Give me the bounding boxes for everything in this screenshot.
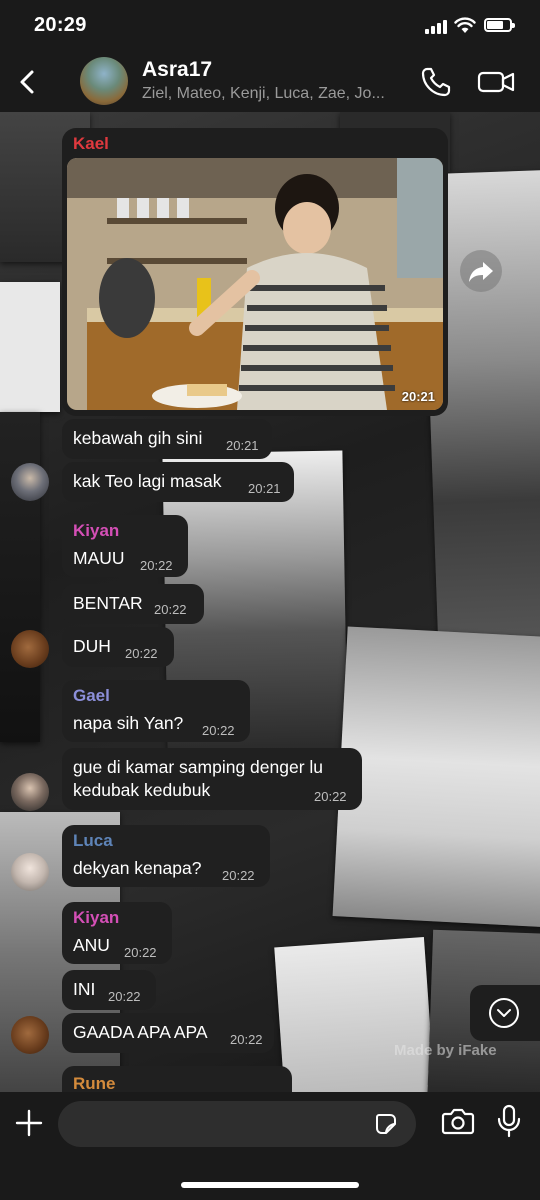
forward-button[interactable]	[460, 250, 502, 292]
message-time: 20:22	[140, 558, 173, 573]
message-time: 20:22	[202, 723, 235, 738]
message-bubble[interactable]: Kiyan MAUU 20:22	[62, 515, 188, 577]
home-indicator[interactable]	[181, 1182, 359, 1188]
status-time: 20:29	[34, 14, 87, 36]
wallpaper-photo	[274, 936, 436, 1092]
sender-name: Kael	[73, 134, 109, 153]
message-text: MAUU	[73, 548, 125, 568]
message-time: 20:22	[230, 1032, 263, 1047]
avatar[interactable]	[11, 463, 49, 501]
message-text: INI	[73, 979, 96, 999]
watermark: Made by iFake	[394, 1042, 497, 1059]
group-title[interactable]: Asra17	[142, 58, 212, 82]
cellular-signal-icon	[425, 20, 449, 34]
status-bar: 20:29	[0, 0, 540, 54]
message-bubble[interactable]: DUH 20:22	[62, 627, 174, 667]
message-time: 20:22	[125, 646, 158, 661]
microphone-icon[interactable]	[496, 1104, 522, 1138]
sender-name: Gael	[73, 686, 110, 705]
camera-icon[interactable]	[441, 1106, 475, 1136]
message-bubble[interactable]: Gael napa sih Yan? 20:22	[62, 680, 250, 742]
sender-name: Luca	[73, 831, 113, 850]
message-text: ANU	[73, 935, 110, 955]
wallpaper-photo	[0, 282, 60, 412]
avatar[interactable]	[11, 1016, 49, 1054]
message-time: 20:22	[108, 989, 141, 1004]
message-bubble[interactable]: kak Teo lagi masak 20:21	[62, 462, 294, 502]
message-bubble[interactable]: INI 20:22	[62, 970, 156, 1010]
wifi-icon	[454, 17, 476, 33]
composer-bar	[0, 1092, 540, 1200]
message-time: 20:22	[222, 868, 255, 883]
message-bubble[interactable]: BENTAR 20:22	[62, 584, 204, 624]
message-text: kedubak kedubuk	[73, 780, 211, 800]
sender-name: Kiyan	[73, 521, 120, 540]
avatar[interactable]	[11, 630, 49, 668]
message-text: gue di kamar samping denger lu	[73, 757, 324, 777]
message-bubble[interactable]: GAADA APA APA 20:22	[62, 1013, 274, 1053]
avatar[interactable]	[11, 773, 49, 811]
message-time: 20:22	[154, 602, 187, 617]
group-members[interactable]: Ziel, Mateo, Kenji, Luca, Zae, Jo...	[142, 85, 412, 103]
video-camera-icon[interactable]	[476, 66, 516, 98]
group-avatar[interactable]	[80, 57, 128, 105]
message-input[interactable]	[58, 1101, 416, 1147]
sender-name: Kiyan	[73, 908, 120, 927]
sticker-icon[interactable]	[374, 1112, 398, 1136]
message-text: BENTAR	[73, 593, 143, 613]
avatar[interactable]	[11, 853, 49, 891]
message-bubble[interactable]: gue di kamar samping denger lu kedubak k…	[62, 748, 362, 810]
forward-arrow-icon	[469, 262, 493, 282]
message-text: kak Teo lagi masak	[73, 471, 222, 491]
image-message[interactable]: Kael 20:21	[62, 128, 448, 416]
wallpaper-photo	[0, 412, 40, 742]
chevron-down-circle-icon	[489, 998, 519, 1028]
message-bubble[interactable]: kebawah gih sini 20:21	[62, 419, 272, 459]
plus-icon[interactable]	[12, 1106, 46, 1140]
message-text: dekyan kenapa?	[73, 858, 202, 878]
wallpaper-photo-building	[332, 626, 540, 928]
chat-header: Asra17 Ziel, Mateo, Kenji, Luca, Zae, Jo…	[0, 54, 540, 112]
battery-icon	[484, 18, 515, 32]
message-text: napa sih Yan?	[73, 713, 184, 733]
message-text: DUH	[73, 636, 111, 656]
message-bubble[interactable]: Kiyan ANU 20:22	[62, 902, 172, 964]
photo-content	[67, 158, 443, 410]
message-bubble[interactable]: Luca dekyan kenapa? 20:22	[62, 825, 270, 887]
message-time: 20:22	[124, 945, 157, 960]
sender-name: Rune	[73, 1074, 116, 1093]
message-text: kebawah gih sini	[73, 428, 203, 448]
message-time: 20:22	[314, 789, 347, 804]
message-time: 20:21	[226, 438, 259, 453]
phone-icon[interactable]	[418, 64, 454, 100]
scroll-down-button[interactable]	[470, 985, 540, 1041]
message-time: 20:21	[401, 389, 435, 404]
chevron-left-icon[interactable]	[8, 62, 48, 102]
message-text: GAADA APA APA	[73, 1022, 208, 1042]
message-time: 20:21	[248, 481, 281, 496]
shared-photo[interactable]: 20:21	[67, 158, 443, 410]
